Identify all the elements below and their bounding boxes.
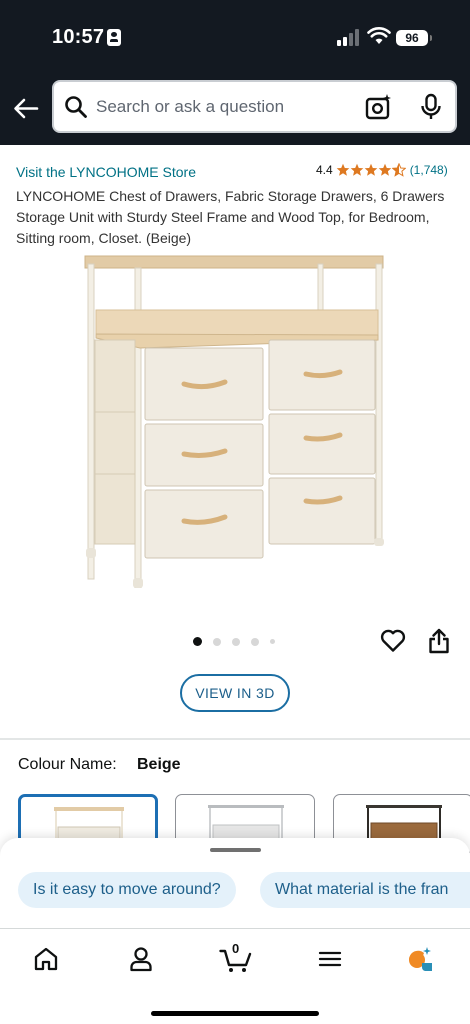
rating-count: (1,748)	[409, 163, 448, 177]
search-icon	[65, 96, 87, 118]
store-link[interactable]: Visit the LYNCOHOME Store	[16, 164, 196, 180]
section-divider	[0, 738, 470, 740]
view-in-3d-button[interactable]: VIEW IN 3D	[180, 674, 290, 712]
bottom-navigation: 0	[0, 928, 470, 1024]
rating-value: 4.4	[316, 163, 333, 177]
carousel-dot[interactable]	[193, 637, 202, 646]
back-arrow-icon[interactable]	[12, 95, 39, 122]
product-image[interactable]	[80, 248, 390, 588]
rufus-assistant-icon[interactable]	[406, 945, 434, 973]
cart-count-badge: 0	[232, 941, 240, 956]
cellular-signal-icon	[337, 29, 361, 46]
sheet-drag-handle[interactable]	[210, 848, 261, 852]
image-carousel-dots[interactable]	[193, 637, 275, 646]
star-icon	[350, 163, 363, 176]
colour-label: Colour Name:	[18, 756, 117, 773]
carousel-dot[interactable]	[232, 637, 240, 646]
half-star-icon	[391, 163, 406, 177]
search-bar[interactable]: Search or ask a question	[52, 80, 457, 133]
star-icon	[378, 163, 391, 176]
battery-indicator: 96	[396, 30, 432, 46]
star-rating	[336, 163, 406, 177]
ai-suggestions-sheet[interactable]: Is it easy to move around? What material…	[0, 838, 470, 928]
share-icon[interactable]	[428, 628, 450, 654]
id-card-icon	[107, 29, 121, 46]
star-icon	[336, 163, 349, 176]
carousel-dot[interactable]	[213, 637, 221, 646]
visual-search-camera-icon[interactable]	[365, 93, 393, 121]
wishlist-heart-icon[interactable]	[380, 628, 406, 653]
status-time: 10:57	[52, 26, 105, 48]
suggestion-chip[interactable]: What material is the fran	[260, 872, 470, 908]
account-icon[interactable]	[127, 945, 155, 973]
suggestion-chip[interactable]: Is it easy to move around?	[18, 872, 236, 908]
product-title: LYNCOHOME Chest of Drawers, Fabric Stora…	[16, 188, 445, 246]
menu-icon[interactable]	[316, 945, 344, 973]
header: 10:57 96 Search or ask a question	[0, 0, 470, 145]
wifi-icon	[367, 27, 391, 44]
search-input[interactable]: Search or ask a question	[96, 97, 284, 117]
microphone-icon[interactable]	[418, 93, 444, 121]
home-indicator	[151, 1011, 319, 1016]
colour-value: Beige	[137, 756, 181, 773]
status-bar: 10:57 96	[0, 0, 470, 75]
home-icon[interactable]	[32, 945, 60, 973]
star-icon	[364, 163, 377, 176]
rating-summary[interactable]: 4.4 (1,748)	[316, 163, 448, 177]
carousel-dot[interactable]	[251, 637, 259, 646]
carousel-dot[interactable]	[270, 639, 275, 644]
